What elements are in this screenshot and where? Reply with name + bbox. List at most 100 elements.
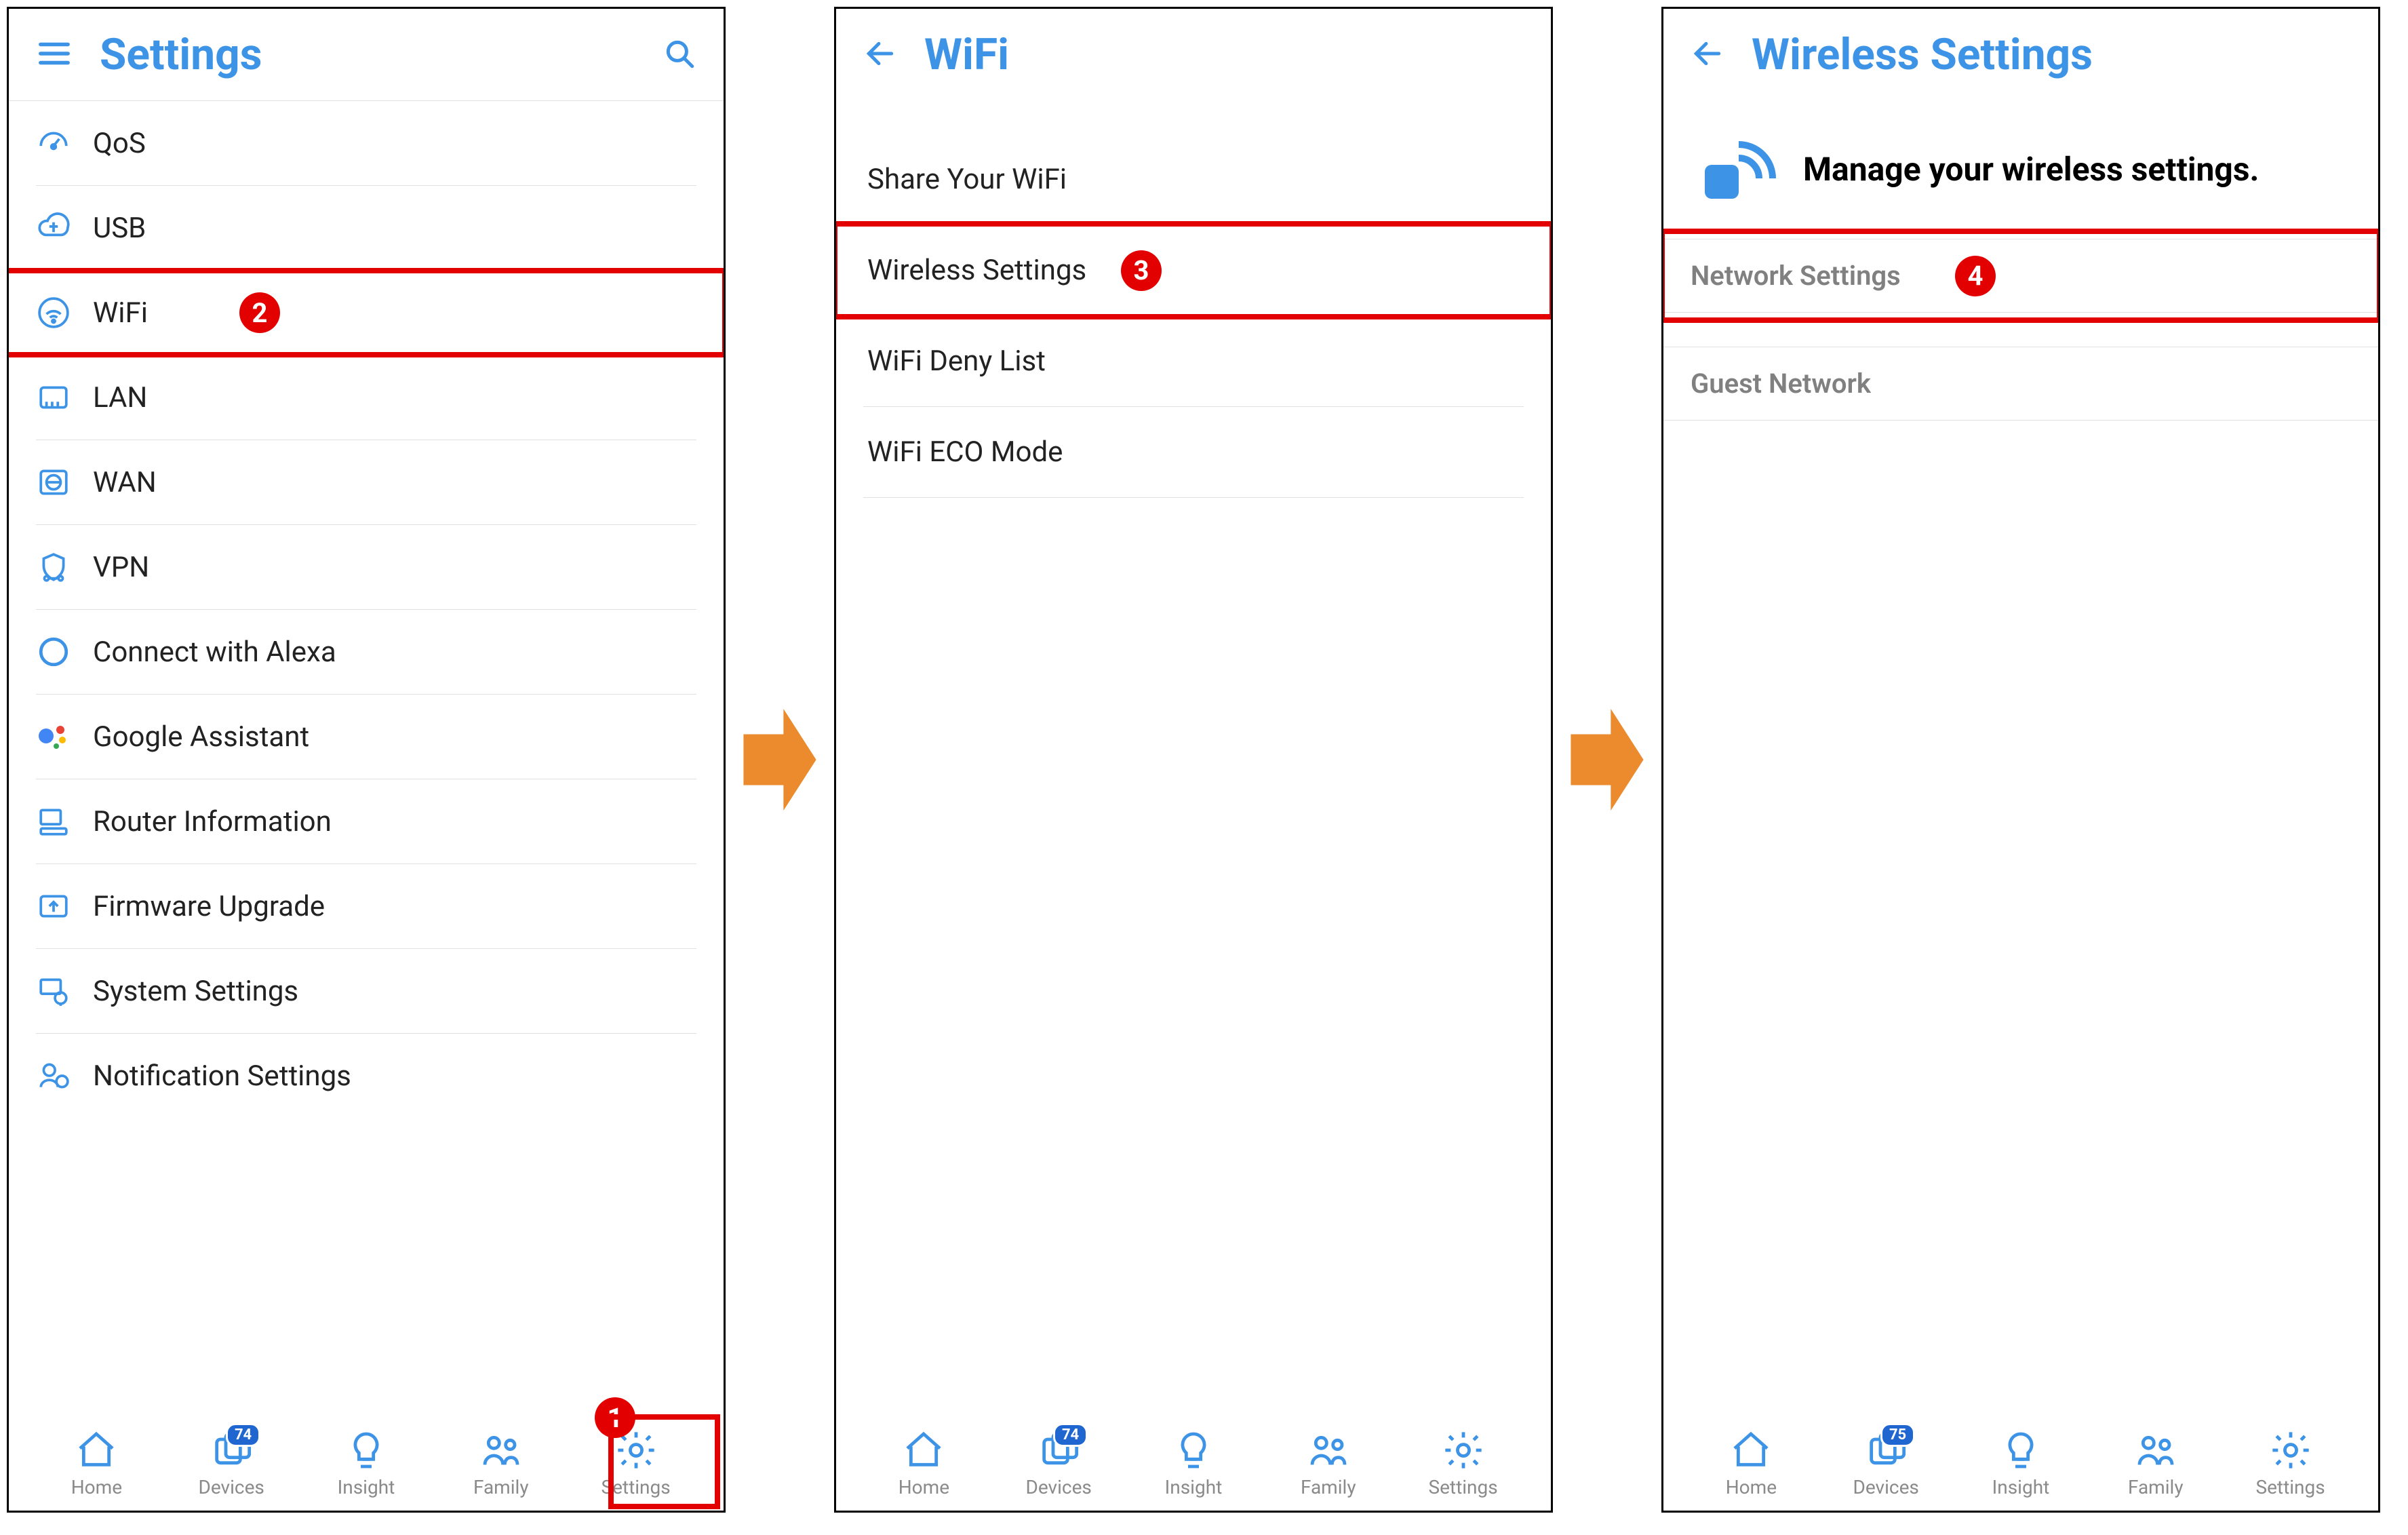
row-qos[interactable]: QoS [9,101,724,185]
nav-label: Devices [199,1476,264,1498]
nav-label: Home [899,1476,949,1498]
row-label: Share Your WiFi [867,163,1067,196]
vpn-shield-icon [36,549,71,585]
router-info-icon [36,804,71,839]
section-label-text: Guest Network [1691,368,1871,400]
bottom-nav: Home 74 Devices Insight Family Settings … [9,1422,724,1511]
firmware-upgrade-icon [36,889,71,924]
row-lan[interactable]: LAN [9,355,724,440]
wan-icon [36,465,71,500]
nav-devices[interactable]: 74 Devices [1008,1429,1109,1498]
page-title: Settings [100,29,635,80]
nav-label: Family [2128,1476,2184,1498]
nav-home[interactable]: Home [873,1429,974,1498]
row-label: Connect with Alexa [93,636,336,669]
row-usb[interactable]: USB [9,186,724,270]
row-wan[interactable]: WAN [9,440,724,524]
wifi-icon [36,295,71,330]
row-wireless-settings[interactable]: Wireless Settings 3 [836,225,1551,315]
nav-family[interactable]: Family [1278,1429,1379,1498]
nav-label: Devices [1026,1476,1092,1498]
alexa-icon [36,634,71,669]
row-wifi[interactable]: WiFi 2 [9,271,724,355]
hero: Manage your wireless settings. [1663,100,2378,239]
back-arrow-icon[interactable] [1691,37,1724,73]
flow-arrow-2 [1566,7,1648,1513]
row-alexa[interactable]: Connect with Alexa [9,610,724,694]
row-firmware[interactable]: Firmware Upgrade [9,864,724,948]
callout-2: 2 [239,292,280,333]
row-label: WiFi ECO Mode [867,435,1063,469]
nav-devices[interactable]: 75 Devices [1835,1429,1937,1498]
row-router-info[interactable]: Router Information [9,779,724,863]
row-label: QoS [93,127,146,160]
flow-arrow-1 [739,7,821,1513]
nav-settings[interactable]: Settings [585,1429,687,1498]
hero-text: Manage your wireless settings. [1803,149,2259,191]
settings-list: QoS USB WiFi 2 LAN [9,101,724,1422]
back-arrow-icon[interactable] [863,37,897,73]
section-label-text: Network Settings [1691,260,1901,292]
nav-label: Settings [601,1476,670,1498]
wireless-settings-screen: Wireless Settings Manage your wireless s… [1661,7,2380,1513]
callout-1: 1 [595,1397,635,1438]
nav-label: Family [1301,1476,1356,1498]
header: Wireless Settings [1663,9,2378,100]
row-google-assistant[interactable]: Google Assistant [9,695,724,779]
row-label: LAN [93,381,147,414]
header: Settings [9,9,724,100]
cloud-usb-icon [36,210,71,246]
row-share-wifi[interactable]: Share Your WiFi [836,134,1551,225]
bottom-nav: Home 74 Devices Insight Family Settings [836,1422,1551,1511]
section-network-settings[interactable]: Network Settings 4 [1663,239,2378,312]
devices-badge: 74 [226,1423,260,1447]
header: WiFi [836,9,1551,100]
nav-label: Home [71,1476,122,1498]
row-notification-settings[interactable]: Notification Settings [9,1034,724,1100]
row-label: USB [93,212,146,245]
nav-settings[interactable]: Settings [1413,1429,1514,1498]
devices-badge: 74 [1053,1423,1088,1447]
row-label: VPN [93,551,149,584]
row-label: Router Information [93,805,332,838]
nav-label: Insight [1992,1476,2050,1498]
hamburger-icon[interactable] [36,35,73,75]
row-label: WAN [93,466,157,499]
system-settings-icon [36,973,71,1009]
page-title: WiFi [924,29,1524,80]
row-label: Google Assistant [93,720,309,754]
nav-insight[interactable]: Insight [1970,1429,2072,1498]
nav-devices[interactable]: 74 Devices [180,1429,282,1498]
search-icon[interactable] [663,37,696,73]
nav-insight[interactable]: Insight [315,1429,417,1498]
nav-home[interactable]: Home [45,1429,147,1498]
nav-insight[interactable]: Insight [1143,1429,1244,1498]
nav-label: Family [473,1476,529,1498]
wifi-screen: WiFi Share Your WiFi Wireless Settings 3… [834,7,1553,1513]
row-label: Notification Settings [93,1060,351,1093]
nav-label: Settings [2255,1476,2325,1498]
nav-family[interactable]: Family [450,1429,552,1498]
callout-4: 4 [1955,256,1996,296]
nav-home[interactable]: Home [1700,1429,1802,1498]
nav-label: Home [1726,1476,1777,1498]
row-wifi-eco-mode[interactable]: WiFi ECO Mode [836,407,1551,497]
nav-family[interactable]: Family [2105,1429,2207,1498]
nav-label: Insight [338,1476,395,1498]
wifi-signal-icon [1695,128,1776,212]
row-label: WiFi [93,296,148,330]
nav-settings[interactable]: Settings [2240,1429,2342,1498]
row-system-settings[interactable]: System Settings [9,949,724,1033]
section-guest-network[interactable]: Guest Network [1663,347,2378,420]
nav-label: Settings [1428,1476,1497,1498]
callout-3: 3 [1121,250,1162,291]
row-vpn[interactable]: VPN [9,525,724,609]
bottom-nav: Home 75 Devices Insight Family Settings [1663,1422,2378,1511]
wifi-list: Share Your WiFi Wireless Settings 3 WiFi… [836,134,1551,1422]
row-label: Firmware Upgrade [93,890,325,923]
row-wifi-deny-list[interactable]: WiFi Deny List [836,316,1551,406]
google-assistant-icon [36,719,71,754]
row-label: Wireless Settings [867,254,1086,287]
devices-badge: 75 [1880,1423,1915,1447]
page-title: Wireless Settings [1752,29,2351,80]
